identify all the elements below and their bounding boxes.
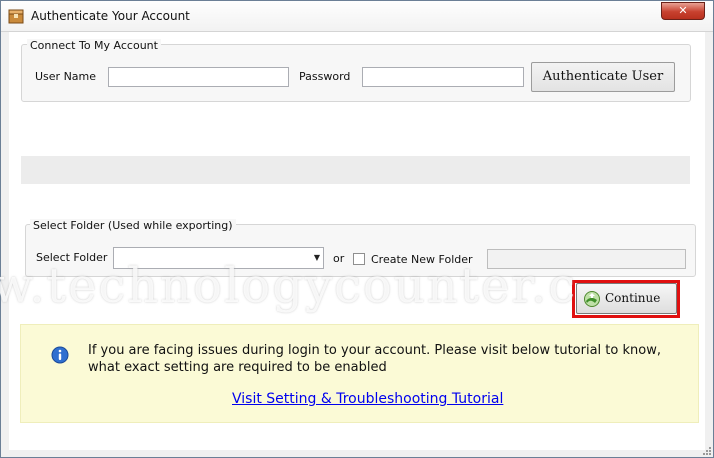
highlight-frame	[572, 280, 680, 318]
status-bar	[21, 156, 690, 184]
folder-group-title: Select Folder (Used while exporting)	[30, 219, 236, 232]
username-label: User Name	[35, 70, 97, 83]
new-folder-name-input	[487, 249, 686, 269]
create-new-folder-checkbox[interactable]	[353, 253, 365, 265]
chevron-down-icon[interactable]: ▼	[314, 253, 320, 262]
close-icon: ✕	[678, 4, 688, 17]
password-label: Password	[299, 70, 351, 83]
select-folder-dropdown[interactable]: ▼	[113, 247, 324, 269]
troubleshooting-tutorial-link[interactable]: Visit Setting & Troubleshooting Tutorial	[232, 391, 503, 407]
app-box-icon	[8, 9, 24, 24]
info-message: If you are facing issues during login to…	[88, 343, 661, 375]
window-title: Authenticate Your Account	[31, 9, 190, 23]
connect-group-title: Connect To My Account	[27, 39, 161, 52]
close-button[interactable]: ✕	[661, 2, 705, 20]
create-new-folder-label[interactable]: Create New Folder	[371, 253, 473, 266]
password-input[interactable]	[362, 67, 524, 87]
resize-grip-icon[interactable]	[701, 445, 711, 455]
info-panel: If you are facing issues during login to…	[20, 324, 699, 423]
select-folder-label: Select Folder	[36, 251, 108, 264]
authenticate-user-button[interactable]: Authenticate User	[531, 62, 675, 92]
or-label: or	[333, 252, 345, 265]
dialog-window: Authenticate Your Account ✕ Connect To M…	[0, 0, 714, 458]
info-icon	[51, 346, 69, 364]
username-input[interactable]	[108, 67, 289, 87]
title-bar[interactable]: Authenticate Your Account ✕	[1, 1, 713, 32]
